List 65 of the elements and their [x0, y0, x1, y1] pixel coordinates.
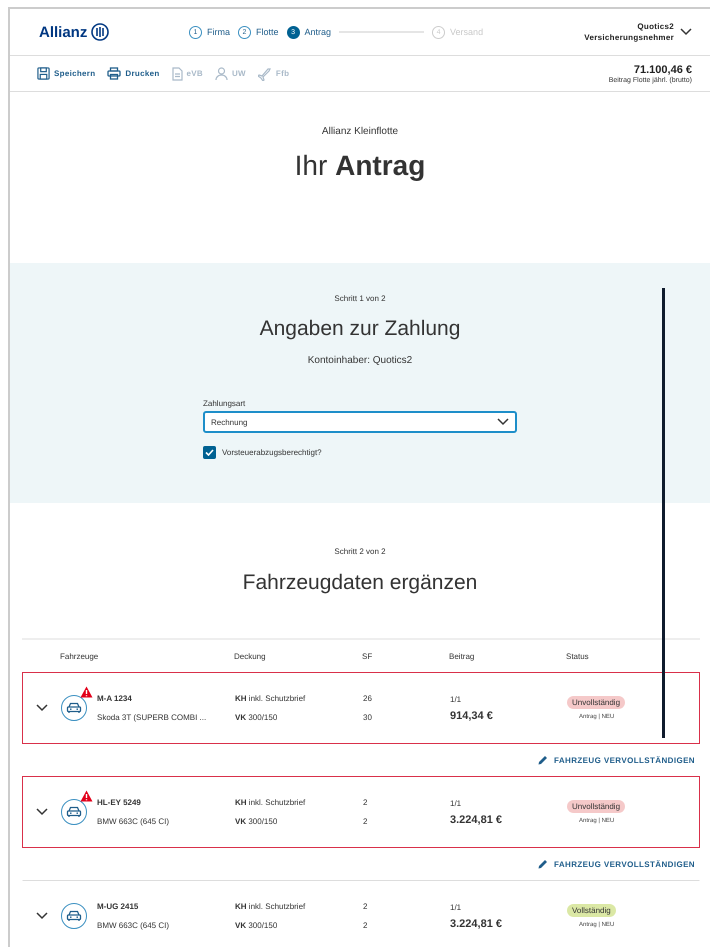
warning-icon — [80, 686, 93, 698]
coverage-text: VK 300/150 — [235, 817, 278, 826]
step-label: Schritt 2 von 2 — [334, 547, 386, 556]
premium-amount: 914,34 € — [450, 710, 494, 722]
sf-class: 2 — [363, 921, 368, 930]
coverage-text: KH inkl. Schutzbrief — [235, 798, 306, 807]
status-tag: Unvollständig — [567, 696, 626, 709]
sf-class: 30 — [363, 713, 373, 722]
checkbox-label: Vorsteuerabzugsberechtigt? — [222, 448, 322, 457]
column-header: Beitrag — [449, 652, 476, 660]
coverage-text: KH inkl. Schutzbrief — [235, 902, 306, 911]
vehicle-model: Skoda 3T (SUPERB COMBI ... — [97, 713, 206, 722]
logo-icon — [91, 23, 110, 41]
logo-text: Allianz — [39, 24, 88, 40]
toolbar-button[interactable]: Speichern — [37, 66, 96, 80]
complete-vehicle-link[interactable]: FAHRZEUG VERVOLLSTÄNDIGEN — [538, 755, 695, 765]
coverage-text: VK 300/150 — [235, 713, 278, 722]
premium-amount: 3.224,81 € — [450, 918, 503, 930]
payment-rate: 1/1 — [450, 694, 462, 704]
column-header: Fahrzeuge — [60, 652, 100, 660]
column-header: Status — [566, 652, 590, 660]
pencil-icon — [538, 859, 548, 869]
sf-class: 26 — [363, 694, 373, 703]
field-label: Zahlungsart — [203, 399, 246, 408]
coverage-text: VK 300/150 — [235, 921, 278, 930]
car-icon — [66, 702, 82, 714]
section-title: Angaben zur Zahlung — [260, 317, 460, 341]
payment-rate: 1/1 — [450, 902, 462, 912]
chevron-down-icon — [497, 418, 509, 426]
sf-class: 2 — [363, 817, 368, 826]
user-name[interactable]: Quotics2 Versicherungsnehmer — [584, 21, 674, 43]
page-title: Ihr Antrag — [294, 150, 426, 182]
save-icon — [37, 67, 50, 80]
step-label: Schritt 1 von 2 — [334, 294, 386, 303]
car-icon — [66, 806, 82, 818]
complete-vehicle-link[interactable]: FAHRZEUG VERVOLLSTÄNDIGEN — [538, 859, 695, 869]
car-icon — [66, 910, 82, 922]
license-plate: M-UG 2415 — [97, 902, 140, 911]
coverage-text: KH inkl. Schutzbrief — [235, 694, 306, 703]
sf-class: 2 — [363, 798, 368, 807]
toolbar-button[interactable]: Drucken — [107, 66, 160, 80]
warning-icon — [80, 790, 93, 802]
document-icon — [172, 66, 183, 80]
status-tag: Vollständig — [567, 904, 616, 917]
column-header: SF — [362, 652, 374, 660]
subtitle: Allianz Kleinflotte — [322, 126, 398, 137]
airplane-icon — [258, 66, 272, 80]
license-plate: M-A 1234 — [97, 694, 133, 703]
printer-icon — [107, 67, 122, 80]
chevron-down-icon[interactable] — [680, 28, 692, 36]
status-tag: Unvollständig — [567, 800, 626, 813]
sf-class: 2 — [363, 902, 368, 911]
checkbox[interactable] — [203, 446, 216, 459]
column-header: Deckung — [234, 652, 267, 660]
pencil-icon — [538, 755, 548, 765]
premium-amount: 3.224,81 € — [450, 814, 503, 826]
payment-method-select[interactable]: Rechnung — [203, 411, 517, 433]
person-icon — [214, 66, 228, 80]
account-holder: Kontoinhaber: Quotics2 — [308, 355, 412, 366]
section-title: Fahrzeugdaten ergänzen — [242, 571, 478, 595]
license-plate: HL-EY 5249 — [97, 798, 142, 807]
vehicle-model: BMW 663C (645 CI) — [97, 817, 170, 826]
total-amount: 71.100,46 € — [632, 64, 692, 76]
vehicle-model: BMW 663C (645 CI) — [97, 921, 170, 930]
payment-rate: 1/1 — [450, 798, 462, 808]
